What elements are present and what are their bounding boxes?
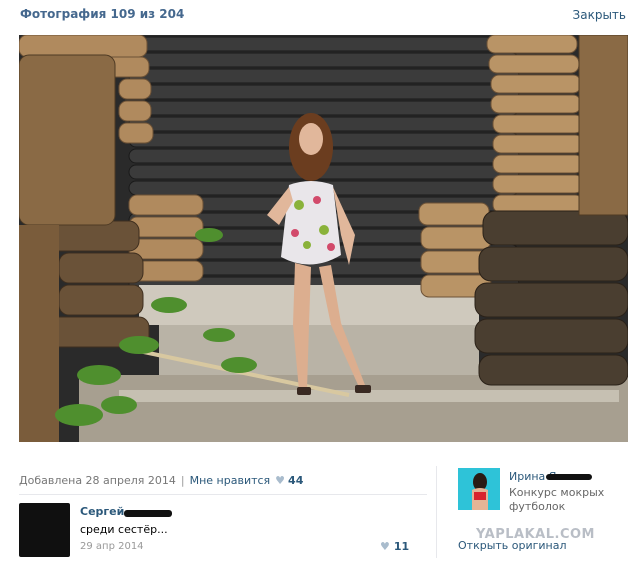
divider [19,494,427,495]
photo-image [19,35,628,442]
heart-icon: ♥ [275,474,286,487]
album-description[interactable]: Конкурс мокрых футболок [509,486,609,514]
close-button[interactable]: Закрыть [573,8,626,22]
redacted-surname [546,474,592,480]
photo-counter-title: Фотография 109 из 204 [20,7,185,21]
open-original-link[interactable]: Открыть оригинал [458,539,567,552]
like-count: 44 [288,474,304,487]
like-button[interactable]: Мне нравится [190,474,271,487]
comment-author[interactable]: Сергей [80,505,124,518]
heart-icon: ♥ [380,540,390,553]
comment-like-button[interactable]: ♥ 11 [380,540,409,553]
avatar[interactable] [19,503,70,557]
redacted-surname [124,510,172,517]
meta-separator: | [180,474,185,487]
comment-like-count: 11 [393,540,410,553]
photo-viewer-header: Фотография 109 из 204 Закрыть [0,0,640,30]
photo-meta: Добавлена 28 апреля 2014 | Мне нравится ♥ 44 [19,474,303,487]
vertical-divider [436,466,437,558]
comment-date[interactable]: 29 апр 2014 [80,541,144,552]
thumbnail-image [458,468,500,510]
added-date: Добавлена 28 апреля 2014 [19,474,176,487]
main-photo[interactable] [19,35,628,442]
album-thumbnail[interactable] [458,468,500,510]
comment-text: среди сестёр... [80,523,168,536]
